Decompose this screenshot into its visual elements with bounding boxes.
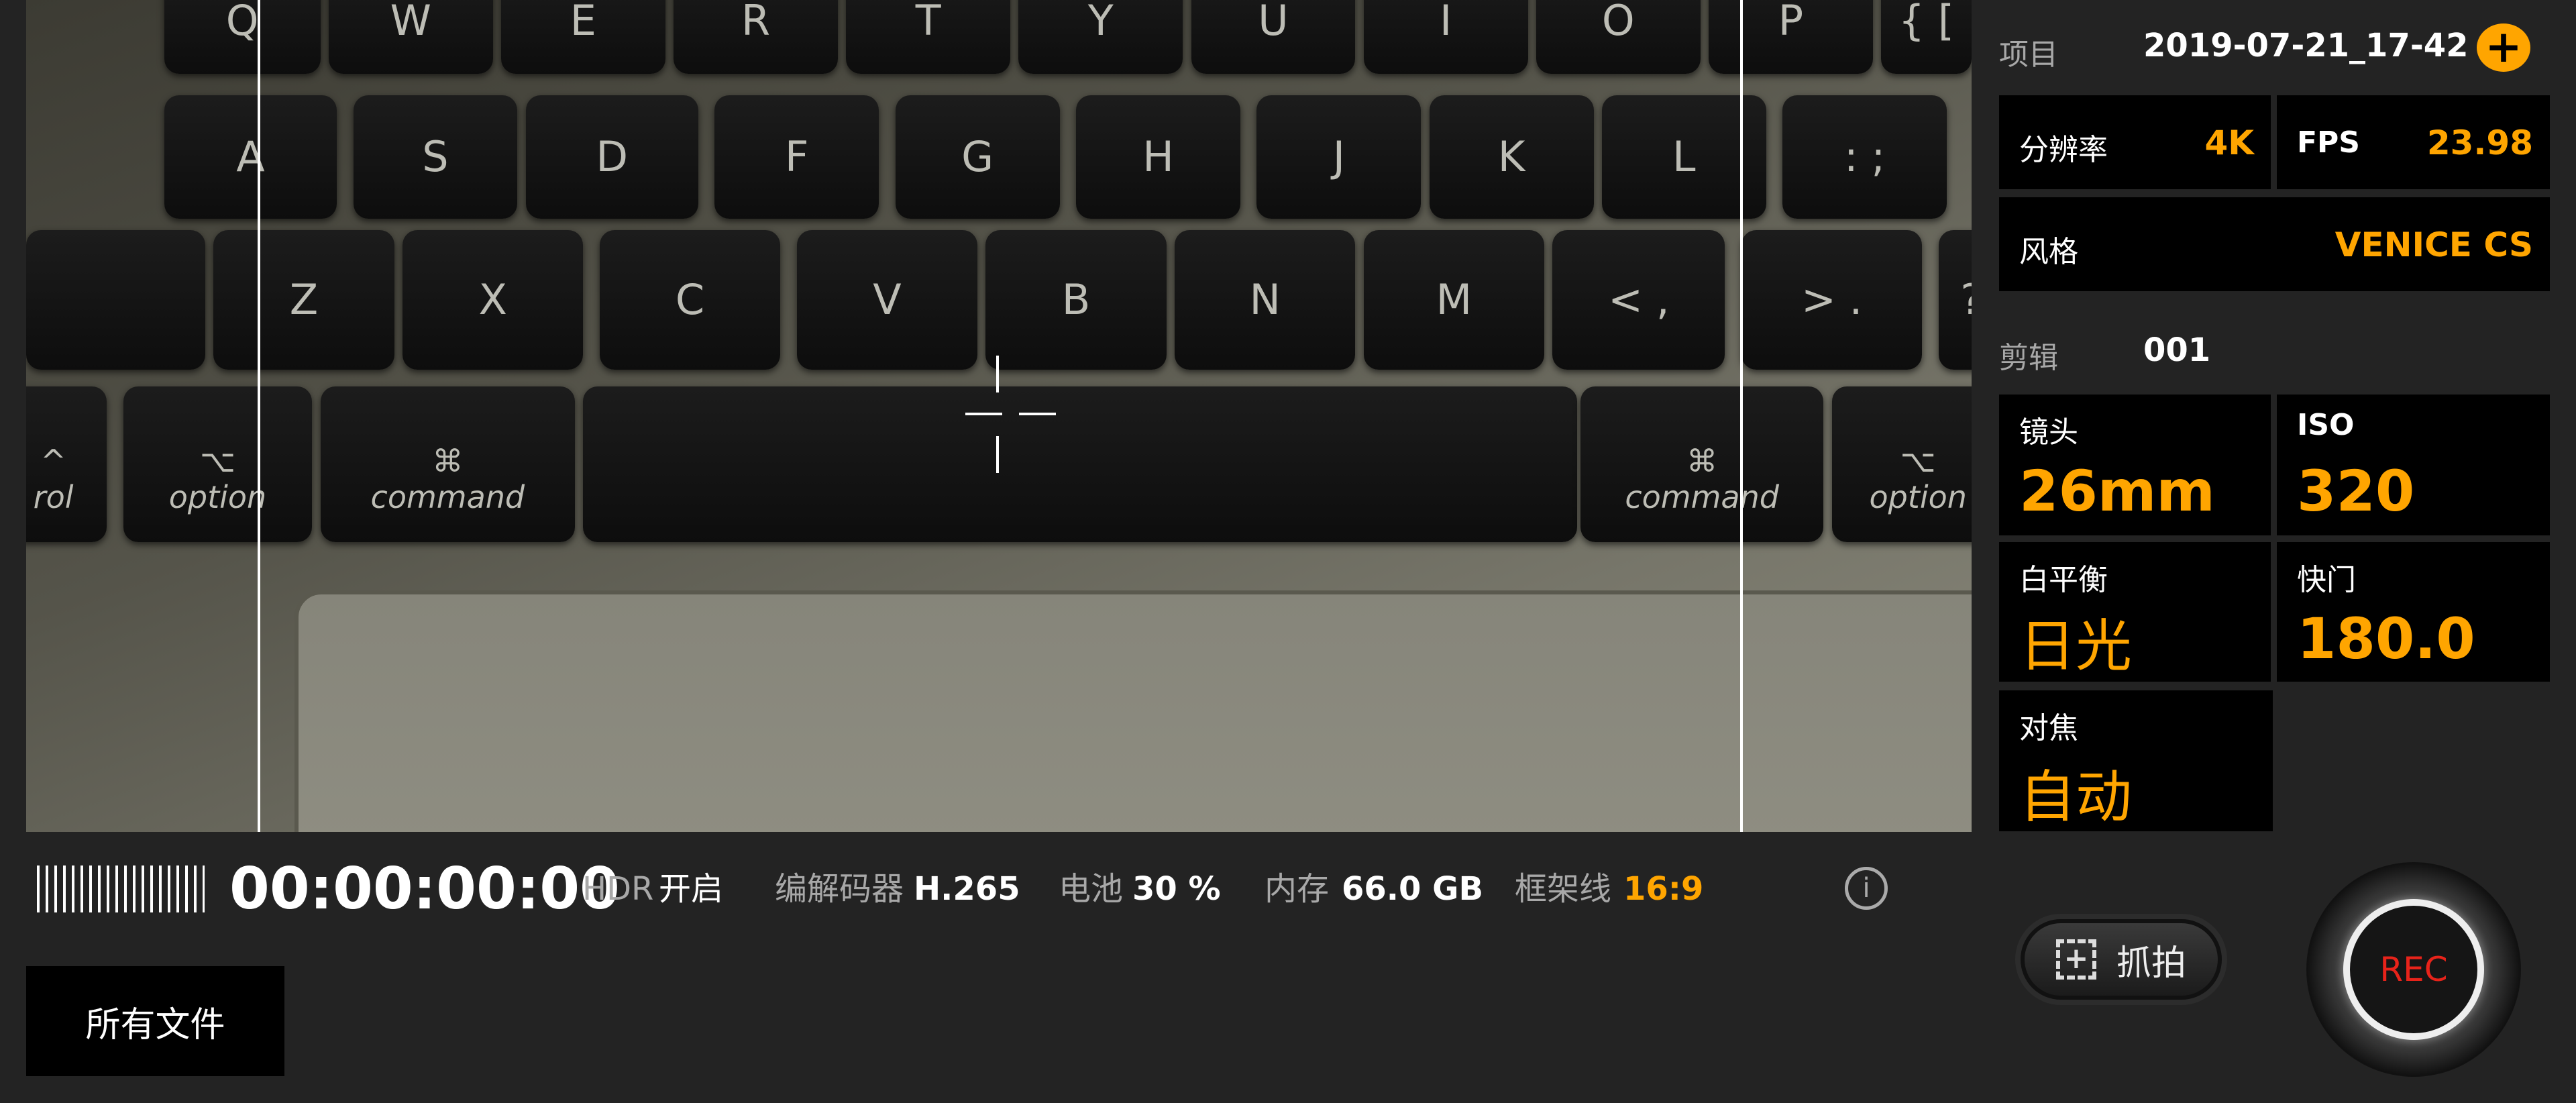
white-balance-setting[interactable]: 白平衡 日光 <box>1999 542 2271 682</box>
fps-label: FPS <box>2297 125 2360 160</box>
shutter-value: 180.0 <box>2297 606 2475 672</box>
clip-label: 剪辑 <box>1999 341 2058 375</box>
project-label: 项目 <box>1999 38 2058 72</box>
iso-label: ISO <box>2297 408 2355 442</box>
keyboard-key: : ; <box>1782 95 1947 219</box>
fps-value: 23.98 <box>2426 123 2533 162</box>
keyboard-key: T <box>846 0 1011 74</box>
trackpad-image <box>294 590 1972 832</box>
keyboard-key: Z <box>213 229 394 370</box>
white-balance-label: 白平衡 <box>2019 563 2108 597</box>
add-project-button[interactable]: + <box>2477 23 2530 72</box>
settings-panel: 项目 2019-07-21_17-42 + 分辨率 4K FPS 23.98 风… <box>1972 0 2576 1103</box>
style-value: VENICE CS <box>2334 225 2533 264</box>
keyboard-key: R <box>674 0 838 74</box>
keyboard-key: J <box>1256 95 1421 219</box>
keyboard-key: D <box>525 95 698 219</box>
keyboard-key <box>26 229 206 370</box>
resolution-value: 4K <box>2204 123 2254 162</box>
battery-label: 电池 <box>1059 870 1124 908</box>
keyboard-key: Q <box>164 0 321 74</box>
lens-label: 镜头 <box>2019 415 2078 450</box>
status-bar: 00:00:00:00 HDR 开启 编解码器 H.265 电池 30 % 内存… <box>0 859 1972 919</box>
storage-value: 66.0 GB <box>1342 870 1484 908</box>
keyboard-key: A <box>164 95 337 219</box>
keyboard-key: ⌘ command <box>1580 386 1824 543</box>
focus-setting[interactable]: 对焦 自动 <box>1999 690 2273 831</box>
keyboard-key: V <box>796 229 978 370</box>
iso-setting[interactable]: ISO 320 <box>2277 395 2550 535</box>
keyboard-key: O <box>1536 0 1701 74</box>
keyboard-key: > . <box>1741 229 1923 370</box>
resolution-setting[interactable]: 分辨率 4K <box>1999 95 2271 189</box>
hdr-value: 开启 <box>659 870 724 908</box>
snapshot-icon: + <box>2055 939 2096 980</box>
keyboard-key: W <box>328 0 493 74</box>
keyboard-key: Y <box>1018 0 1183 74</box>
iso-value: 320 <box>2297 458 2415 524</box>
keyboard-key: C <box>599 229 781 370</box>
codec-label: 编解码器 <box>775 870 904 908</box>
frameline-value: 16:9 <box>1623 870 1704 908</box>
camera-viewfinder[interactable]: QWERTYUIOP{ [ASDFGHJKL: ;ZXCVBNM< ,> .?^… <box>26 0 1972 832</box>
hdr-label: HDR <box>582 870 654 908</box>
style-setting[interactable]: 风格 VENICE CS <box>1999 197 2550 291</box>
codec-value: H.265 <box>914 870 1020 908</box>
frameline-label: 框架线 <box>1515 870 1612 908</box>
keyboard-key: ? <box>1938 229 1972 370</box>
keyboard-key: { [ <box>1881 0 1972 74</box>
white-balance-value: 日光 <box>2019 613 2133 679</box>
all-files-button[interactable]: 所有文件 <box>26 966 284 1076</box>
keyboard-key: M <box>1363 229 1545 370</box>
shutter-label: 快门 <box>2297 563 2356 597</box>
keyboard-key: N <box>1175 229 1356 370</box>
focus-value: 自动 <box>2019 764 2133 830</box>
keyboard-key: E <box>500 0 665 74</box>
keyboard-key: ⌥ option <box>123 386 313 543</box>
timecode: 00:00:00:00 <box>229 855 620 923</box>
keyboard-key: B <box>985 229 1167 370</box>
battery-value: 30 % <box>1132 870 1221 908</box>
resolution-label: 分辨率 <box>2019 133 2108 167</box>
keyboard-key <box>583 386 1578 543</box>
keyboard-key: H <box>1076 95 1240 219</box>
keyboard-key: ^ rol <box>26 386 107 543</box>
lens-setting[interactable]: 镜头 26mm <box>1999 395 2271 535</box>
keyboard-key: ⌥ option <box>1831 386 1972 543</box>
snapshot-button[interactable]: + 抓拍 <box>2021 919 2222 1000</box>
keyboard-key: I <box>1363 0 1528 74</box>
rec-label: REC <box>2379 950 2448 989</box>
frame-line-right <box>1740 0 1743 832</box>
fps-setting[interactable]: FPS 23.98 <box>2277 95 2550 189</box>
focus-label: 对焦 <box>2019 711 2078 745</box>
keyboard-key: X <box>402 229 584 370</box>
snapshot-label: 抓拍 <box>2116 943 2186 984</box>
frame-line-left <box>258 0 260 832</box>
keyboard-key: P <box>1708 0 1873 74</box>
audio-meter-icon <box>37 865 205 912</box>
keyboard-key: F <box>714 95 879 219</box>
style-label: 风格 <box>2019 235 2078 269</box>
keyboard-key: S <box>353 95 518 219</box>
keyboard-key: K <box>1429 95 1594 219</box>
clip-value: 001 <box>2143 331 2211 369</box>
keyboard-key: ⌘ command <box>320 386 576 543</box>
record-button[interactable]: REC <box>2306 862 2521 1077</box>
lens-value: 26mm <box>2019 458 2215 524</box>
keyboard-key: G <box>895 95 1060 219</box>
shutter-setting[interactable]: 快门 180.0 <box>2277 542 2550 682</box>
storage-label: 内存 <box>1265 870 1330 908</box>
project-value: 2019-07-21_17-42 <box>2143 27 2469 64</box>
info-icon[interactable]: i <box>1845 867 1888 910</box>
keyboard-key: U <box>1191 0 1356 74</box>
keyboard-key: < , <box>1552 229 1725 370</box>
